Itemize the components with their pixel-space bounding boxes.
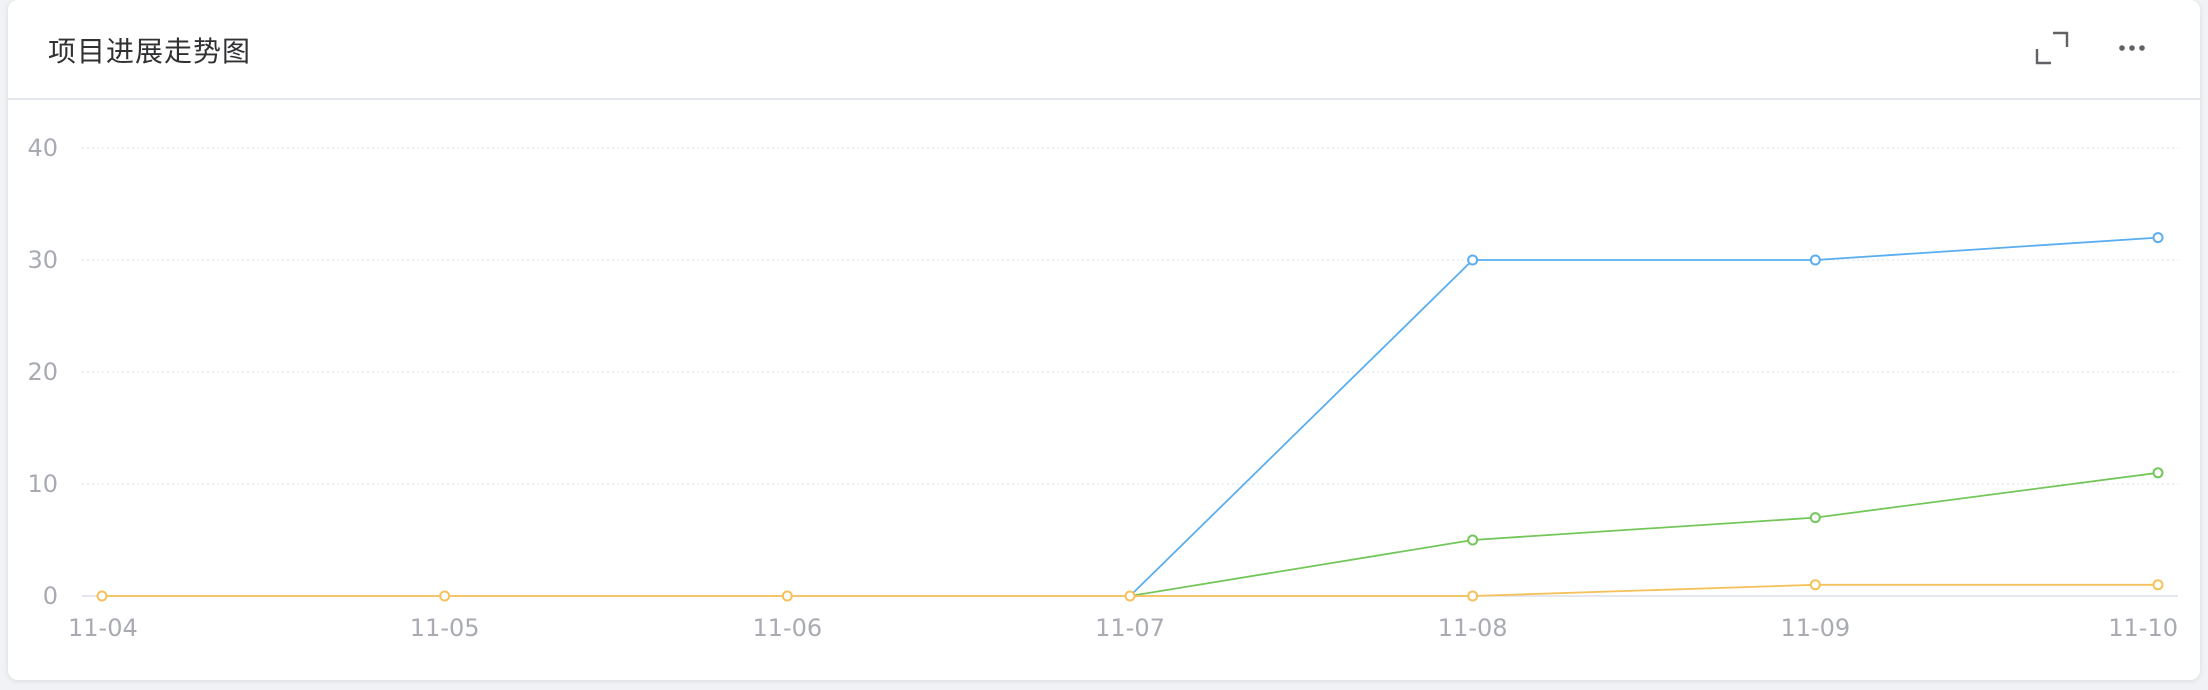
y-tick-label: 40 [27, 134, 58, 162]
line-chart: 0 10 20 30 40 11-04 11-05 11-06 11-07 11-08 11-09… [27, 134, 2178, 642]
card-title: 项目进展走势图 [48, 35, 252, 68]
y-tick-label: 10 [27, 470, 58, 498]
x-tick-label: 11-06 [752, 614, 822, 642]
x-tick-label: 11-05 [410, 614, 480, 642]
data-point[interactable] [1467, 590, 1479, 602]
more-horizontal-icon [2119, 45, 2145, 51]
series-line [1129, 236, 2159, 597]
data-point[interactable] [1809, 512, 1821, 524]
data-point[interactable] [96, 590, 108, 602]
series-3 [96, 579, 2164, 602]
series-layer [96, 232, 2164, 602]
series-1 [1129, 232, 2164, 597]
data-point[interactable] [1467, 254, 1479, 266]
data-point[interactable] [1809, 579, 1821, 591]
data-point[interactable] [2152, 467, 2164, 479]
x-axis: 11-04 11-05 11-06 11-07 11-08 11-09 11-10 [68, 614, 2178, 642]
data-point[interactable] [1467, 534, 1479, 546]
x-tick-label: 11-07 [1095, 614, 1165, 642]
x-tick-label: 11-09 [1780, 614, 1850, 642]
y-axis: 0 10 20 30 40 [27, 134, 58, 610]
series-line [1129, 471, 2159, 597]
x-tick-label: 11-10 [2108, 614, 2178, 642]
data-point[interactable] [1124, 590, 1136, 602]
card-header: 项目进展走势图 [8, 0, 2200, 100]
data-point[interactable] [2152, 232, 2164, 244]
series-2 [1129, 467, 2164, 597]
more-button[interactable] [2112, 28, 2152, 68]
y-tick-label: 20 [27, 358, 58, 386]
expand-icon [2035, 31, 2069, 65]
data-point[interactable] [781, 590, 793, 602]
x-tick-label: 11-08 [1438, 614, 1508, 642]
y-tick-label: 0 [43, 582, 58, 610]
y-tick-label: 30 [27, 246, 58, 274]
chart-area: 0 10 20 30 40 11-04 11-05 11-06 11-07 11-08 11-09… [8, 100, 2200, 680]
data-point[interactable] [1809, 254, 1821, 266]
grid-layer [82, 147, 2178, 597]
expand-button[interactable] [2032, 28, 2072, 68]
data-point[interactable] [2152, 579, 2164, 591]
x-tick-label: 11-04 [68, 614, 138, 642]
data-point[interactable] [439, 590, 451, 602]
trend-card: 项目进展走势图 0 10 20 30 40 11-04 11-05 11-06 11-07 11… [8, 0, 2200, 680]
